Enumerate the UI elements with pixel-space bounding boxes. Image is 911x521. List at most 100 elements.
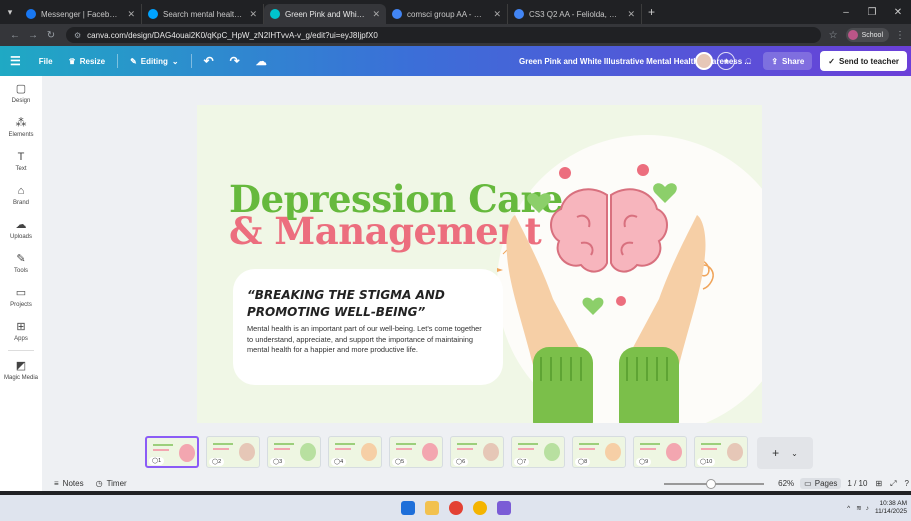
page-number-label: 3 [279,459,283,465]
tab-close-icon[interactable]: ✕ [627,9,635,20]
page-thumbnail[interactable]: ◯ 7 [511,436,565,468]
thumbnail-text-line [274,448,290,450]
sidebar-item-text[interactable]: T Text [0,144,42,178]
undo-icon[interactable]: ↶ [196,46,222,76]
browser-tab[interactable]: CS3 Q2 AA - Feliolda, Salazar, ✕ [508,4,642,24]
url-input[interactable]: ⚙ canva.com/design/DAG4ouai2K0/qKpC_HpW_… [66,27,821,43]
zoom-level[interactable]: 62% [778,479,794,488]
chevron-down-icon[interactable]: ⌄ [791,449,798,458]
back-icon[interactable]: ← [6,30,24,41]
page-thumbnail[interactable]: ◯ 6 [450,436,504,468]
chrome-icon[interactable] [448,501,463,515]
send-label: Send to teacher [838,56,899,66]
thumbnail-text-line [213,443,233,445]
fullscreen-icon[interactable]: ⤢ [890,479,896,489]
clock-time: 10:38 AM [879,500,907,507]
page-thumbnail[interactable]: ◯ 1 [145,436,199,468]
browser-tab[interactable]: Green Pink and White Illustrativ ✕ [264,4,386,24]
page-thumbnail[interactable]: ◯ 5 [389,436,443,468]
forward-icon[interactable]: → [24,30,42,41]
thumbnail-image [666,443,682,461]
sidebar-item-magic-media[interactable]: ◩ Magic Media [0,353,42,387]
tab-favicon [392,9,402,19]
uploads-icon: ☁ [15,218,27,231]
thumbnail-image [544,443,560,461]
page-thumbnail[interactable]: ◯ 8 [572,436,626,468]
notes-button[interactable]: Notes [63,479,84,488]
tab-close-icon[interactable]: ✕ [372,9,380,20]
sidebar-item-projects[interactable]: ▭ Projects [0,280,42,314]
page-thumbnail[interactable]: ◯ 2 [206,436,260,468]
sidebar-item-tools[interactable]: ✎ Tools [0,246,42,280]
tab-close-icon[interactable]: ✕ [493,9,501,20]
page-number-label: 2 [218,459,222,465]
sidebar-item-label: Brand [12,199,29,206]
redo-icon[interactable]: ↷ [222,46,248,76]
file-menu[interactable]: File [31,46,61,76]
app-icon[interactable] [496,501,511,515]
reload-icon[interactable]: ↻ [42,30,60,41]
browser-tab[interactable]: comsci group AA - Google Doc ✕ [386,4,508,24]
sidebar-item-design[interactable]: ▢ Design [0,76,42,110]
resize-button[interactable]: ♛ Resize [61,46,114,76]
restore-icon[interactable]: ❐ [859,7,885,18]
grid-view-icon[interactable]: ⊞ [875,479,882,488]
sidebar-item-brand[interactable]: ⌂ Brand [0,178,42,212]
sidebar-item-apps[interactable]: ⊞ Apps [0,314,42,348]
windows-start-icon[interactable] [400,501,415,515]
help-icon[interactable]: ? [905,479,909,488]
sidebar-item-label: Tools [13,267,28,274]
timer-button[interactable]: Timer [107,479,127,488]
slide-quote[interactable]: “BREAKING THE STIGMA AND PROMOTING WELL-… [247,287,507,321]
page-thumbnail[interactable]: ◯ 4 [328,436,382,468]
flower-icon [637,164,649,176]
minimize-icon[interactable]: – [833,7,859,18]
new-tab-icon[interactable]: + [648,5,655,19]
thumbnail-image [361,443,377,461]
site-info-icon[interactable]: ⚙ [74,31,81,40]
thumbnail-image [300,443,316,461]
profile-button[interactable]: School [845,28,889,42]
share-button[interactable]: ⇪ Share [763,52,813,70]
tray-chevron-icon[interactable]: ^ [847,505,850,512]
page-thumbnail[interactable]: ◯ 10 [694,436,748,468]
chrome-profile-icon[interactable] [472,501,487,515]
bookmark-star-icon[interactable]: ☆ [829,30,838,41]
cloud-save-icon[interactable]: ☁ [248,46,275,76]
zoom-slider-knob[interactable] [706,478,717,489]
file-explorer-icon[interactable] [424,501,439,515]
thumbnail-text-line [518,443,538,445]
sidebar-item-uploads[interactable]: ☁ Uploads [0,212,42,246]
browser-menu-icon[interactable]: ⋮ [895,30,905,41]
page-thumbnail[interactable]: ◯ 3 [267,436,321,468]
brain-hands-illustration[interactable] [497,125,762,423]
zoom-slider[interactable] [664,478,765,489]
comment-icon[interactable]: ◌ [739,52,757,70]
browser-tab[interactable]: Search mental health presentat ✕ [142,4,264,24]
sidebar-item-elements[interactable]: ⁂ Elements [0,110,42,144]
url-text: canva.com/design/DAG4ouai2K0/qKpC_HpW_zN… [87,30,378,40]
menu-icon[interactable]: ☰ [0,46,31,76]
slide-title-line2[interactable]: & Management [229,209,542,253]
pages-button[interactable]: ▭ Pages [800,478,842,489]
system-clock[interactable]: 10:38 AM 11/14/2025 [875,500,907,516]
volume-icon[interactable]: ♪ [866,505,869,512]
user-avatar[interactable] [695,52,714,70]
send-to-teacher-button[interactable]: ✓ Send to teacher [820,51,907,71]
browser-tab[interactable]: Messenger | Facebook ✕ [20,4,142,24]
page-number: ◯ 3 [270,458,286,466]
page-number: ◯ 6 [453,458,469,466]
timer-icon[interactable]: ◷ [96,479,103,488]
page-thumbnail[interactable]: ◯ 9 [633,436,687,468]
slide-body-text[interactable]: Mental health is an important part of ou… [247,324,487,356]
add-collaborator-icon[interactable]: + [717,52,736,70]
editing-mode-button[interactable]: ✎ Editing ⌄ [122,46,187,76]
tab-close-icon[interactable]: ✕ [127,9,135,20]
tab-search-icon[interactable]: ▾ [0,0,20,24]
tab-close-icon[interactable]: ✕ [249,9,257,20]
close-window-icon[interactable]: ✕ [885,7,911,18]
notes-icon[interactable]: ≡ [54,479,59,488]
slide-canvas[interactable]: Depression Care & Management “BREAKING T… [197,105,762,423]
wifi-icon[interactable]: ≋ [856,504,861,512]
add-page-button[interactable]: + ⌄ [757,437,813,469]
